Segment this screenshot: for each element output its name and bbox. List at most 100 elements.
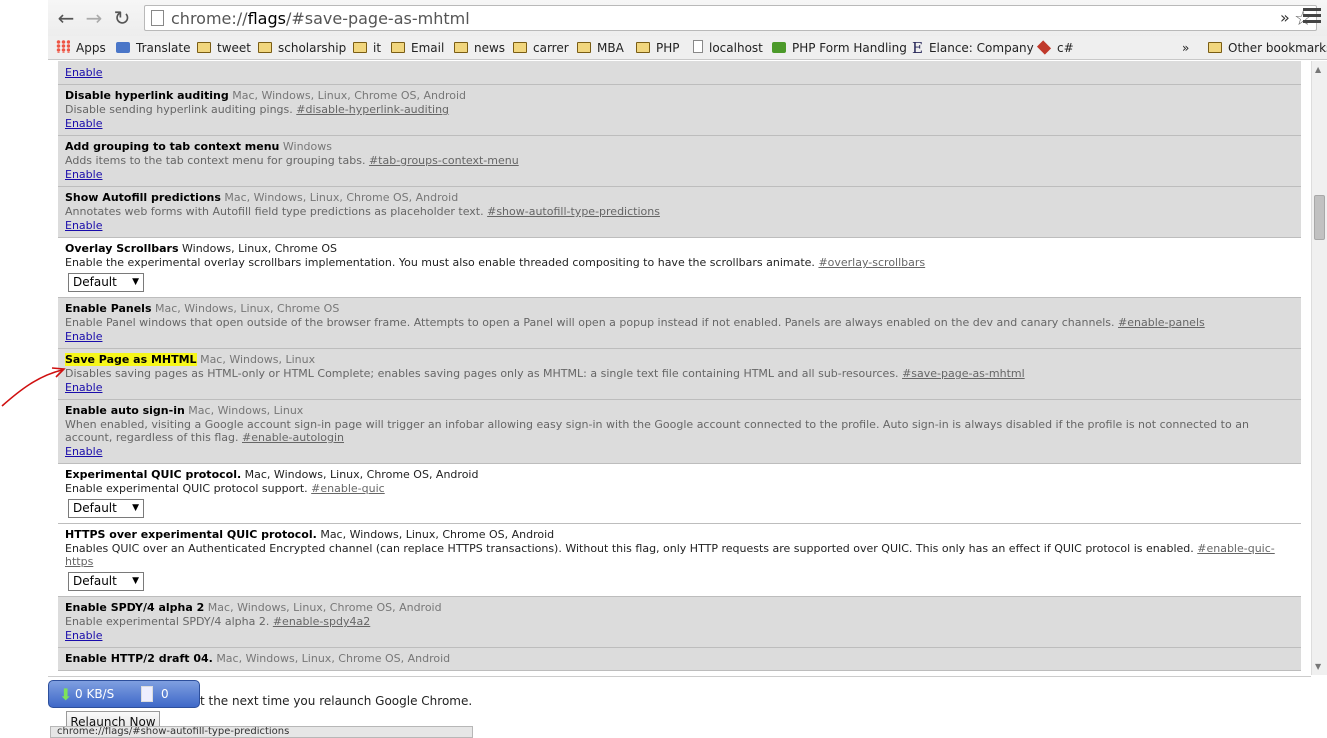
flag-enable-link[interactable]: Enable: [65, 66, 102, 79]
flag-anchor-link[interactable]: #enable-autologin: [242, 431, 344, 444]
flag-name: Add grouping to tab context menu: [65, 140, 280, 153]
bookmark-elance-company[interactable]: E Elance: Company: [912, 40, 1034, 56]
folder-icon: [454, 42, 468, 53]
flag-description: Enable experimental QUIC protocol suppor…: [65, 482, 385, 495]
flag-anchor-link[interactable]: #overlay-scrollbars: [818, 256, 925, 269]
page-icon: [151, 10, 164, 26]
apps-icon: [56, 40, 70, 53]
flag-name: Save Page as MHTML: [65, 353, 197, 366]
speed-readout: 0 KB/S: [75, 687, 115, 701]
flag-platforms: Mac, Windows, Linux, Chrome OS, Android: [320, 528, 555, 541]
flag-anchor-link[interactable]: #show-autofill-type-predictions: [487, 205, 660, 218]
status-bubble: chrome://flags/#show-autofill-type-predi…: [50, 726, 473, 738]
scrollbar-thumb[interactable]: [1314, 195, 1325, 240]
green-site-icon: [772, 42, 786, 53]
flag-enable-link[interactable]: Enable: [65, 330, 102, 343]
flag-name: Experimental QUIC protocol.: [65, 468, 242, 481]
menu-icon[interactable]: [1303, 6, 1321, 24]
bookmark-folder-tweet[interactable]: tweet: [197, 40, 251, 56]
flag-platforms: Windows, Linux, Chrome OS: [182, 242, 338, 255]
red-site-icon: [1036, 40, 1052, 55]
flag-row: Enable SPDY/4 alpha 2 Mac, Windows, Linu…: [58, 597, 1301, 648]
bookmark-folder-email[interactable]: Email: [391, 40, 444, 56]
flag-anchor-link[interactable]: #enable-panels: [1118, 316, 1205, 329]
page-icon: [693, 40, 703, 53]
folder-icon: [197, 42, 211, 53]
url-text[interactable]: chrome://flags/#save-page-as-mhtml: [171, 9, 470, 28]
flag-name: HTTPS over experimental QUIC protocol.: [65, 528, 317, 541]
flag-row: Disable hyperlink auditing Mac, Windows,…: [58, 85, 1301, 136]
bookmark-other-bookmarks[interactable]: Other bookmarks: [1208, 40, 1327, 56]
bookmark-folder-mba[interactable]: MBA: [577, 40, 624, 56]
flag-description: When enabled, visiting a Google account …: [65, 418, 1249, 444]
bookmark-folder-news[interactable]: news: [454, 40, 505, 56]
bookmark-apps[interactable]: Apps: [56, 40, 106, 56]
folder-icon: [513, 42, 527, 53]
flag-name: Enable Panels: [65, 302, 152, 315]
extensions-overflow-button[interactable]: »: [1280, 8, 1290, 27]
flag-state-select[interactable]: Default ▼: [68, 499, 144, 518]
flag-platforms: Mac, Windows, Linux, Chrome OS, Android: [232, 89, 467, 102]
back-arrow-icon[interactable]: ←: [54, 6, 78, 30]
flag-state-select[interactable]: Default ▼: [68, 572, 144, 591]
flag-description: Disable sending hyperlink auditing pings…: [65, 103, 450, 116]
folder-icon: [577, 42, 591, 53]
flag-enable-link[interactable]: Enable: [65, 117, 102, 130]
flags-list: Enable Disable hyperlink auditing Mac, Wi…: [58, 61, 1301, 675]
flag-anchor-link[interactable]: #enable-spdy4a2: [273, 615, 370, 628]
scroll-down-icon[interactable]: ▼: [1315, 662, 1321, 671]
flag-name: Enable auto sign-in: [65, 404, 185, 417]
flag-enable-link[interactable]: Enable: [65, 629, 102, 642]
folder-icon: [258, 42, 272, 53]
bookmark-folder-carrer[interactable]: carrer: [513, 40, 569, 56]
flag-description: Enables QUIC over an Authenticated Encry…: [65, 542, 1275, 568]
chevron-down-icon: ▼: [132, 503, 139, 513]
flag-row: Enable: [58, 61, 1301, 85]
bookmarks-overflow-button[interactable]: »: [1182, 40, 1189, 56]
flag-row: Show Autofill predictions Mac, Windows, …: [58, 187, 1301, 238]
scroll-up-icon[interactable]: ▲: [1315, 65, 1321, 74]
folder-icon: [1208, 42, 1222, 53]
flag-anchor-link[interactable]: #tab-groups-context-menu: [369, 154, 519, 167]
flag-row: Add grouping to tab context menu Windows…: [58, 136, 1301, 187]
flag-row: Experimental QUIC protocol. Mac, Windows…: [58, 464, 1301, 524]
network-speed-widget[interactable]: ⬇ 0 KB/S 0: [48, 680, 200, 708]
bookmarks-bar: Apps Translate tweet scholarship it Emai…: [48, 36, 1327, 60]
bookmark-php-form-handling[interactable]: PHP Form Handling: [772, 40, 907, 56]
bookmark-folder-scholarship[interactable]: scholarship: [258, 40, 346, 56]
bookmark-localhost[interactable]: localhost: [693, 40, 763, 56]
elance-icon: E: [912, 39, 923, 57]
flag-anchor-link[interactable]: #disable-hyperlink-auditing: [296, 103, 449, 116]
chevron-down-icon: ▼: [132, 277, 139, 287]
file-list-icon: [141, 686, 153, 702]
flag-platforms: Mac, Windows, Linux, Chrome OS, Android: [207, 601, 442, 614]
vertical-scrollbar[interactable]: ▲ ▼: [1311, 61, 1327, 675]
flag-enable-link[interactable]: Enable: [65, 168, 102, 181]
browser-toolbar: ← → ↻ chrome://flags/#save-page-as-mhtml…: [48, 0, 1327, 36]
flag-description: Enable experimental SPDY/4 alpha 2. #ena…: [65, 615, 371, 628]
flag-row: Save Page as MHTML Mac, Windows, Linux Di…: [58, 349, 1301, 400]
bookmark-folder-php[interactable]: PHP: [636, 40, 680, 56]
flag-enable-link[interactable]: Enable: [65, 219, 102, 232]
flag-platforms: Mac, Windows, Linux, Chrome OS: [155, 302, 340, 315]
reload-icon[interactable]: ↻: [110, 6, 134, 30]
bookmark-csharp[interactable]: c#: [1036, 40, 1074, 56]
flag-anchor-link[interactable]: #save-page-as-mhtml: [902, 367, 1025, 380]
bookmark-folder-it[interactable]: it: [353, 40, 381, 56]
flag-enable-link[interactable]: Enable: [65, 445, 102, 458]
folder-icon: [391, 42, 405, 53]
flag-state-select[interactable]: Default ▼: [68, 273, 144, 292]
folder-icon: [636, 42, 650, 53]
translate-icon: [116, 42, 130, 53]
flag-enable-link[interactable]: Enable: [65, 381, 102, 394]
flag-platforms: Mac, Windows, Linux, Chrome OS, Android: [216, 652, 451, 665]
flag-description: Adds items to the tab context menu for g…: [65, 154, 519, 167]
flag-anchor-link[interactable]: #enable-quic: [311, 482, 385, 495]
flag-description: Annotates web forms with Autofill field …: [65, 205, 660, 218]
address-bar[interactable]: chrome://flags/#save-page-as-mhtml ☆: [144, 5, 1317, 31]
bookmark-translate[interactable]: Translate: [116, 40, 191, 56]
flag-platforms: Mac, Windows, Linux, Chrome OS, Android: [224, 191, 459, 204]
flag-name: Show Autofill predictions: [65, 191, 221, 204]
forward-arrow-icon[interactable]: →: [82, 6, 106, 30]
flag-platforms: Mac, Windows, Linux: [200, 353, 316, 366]
